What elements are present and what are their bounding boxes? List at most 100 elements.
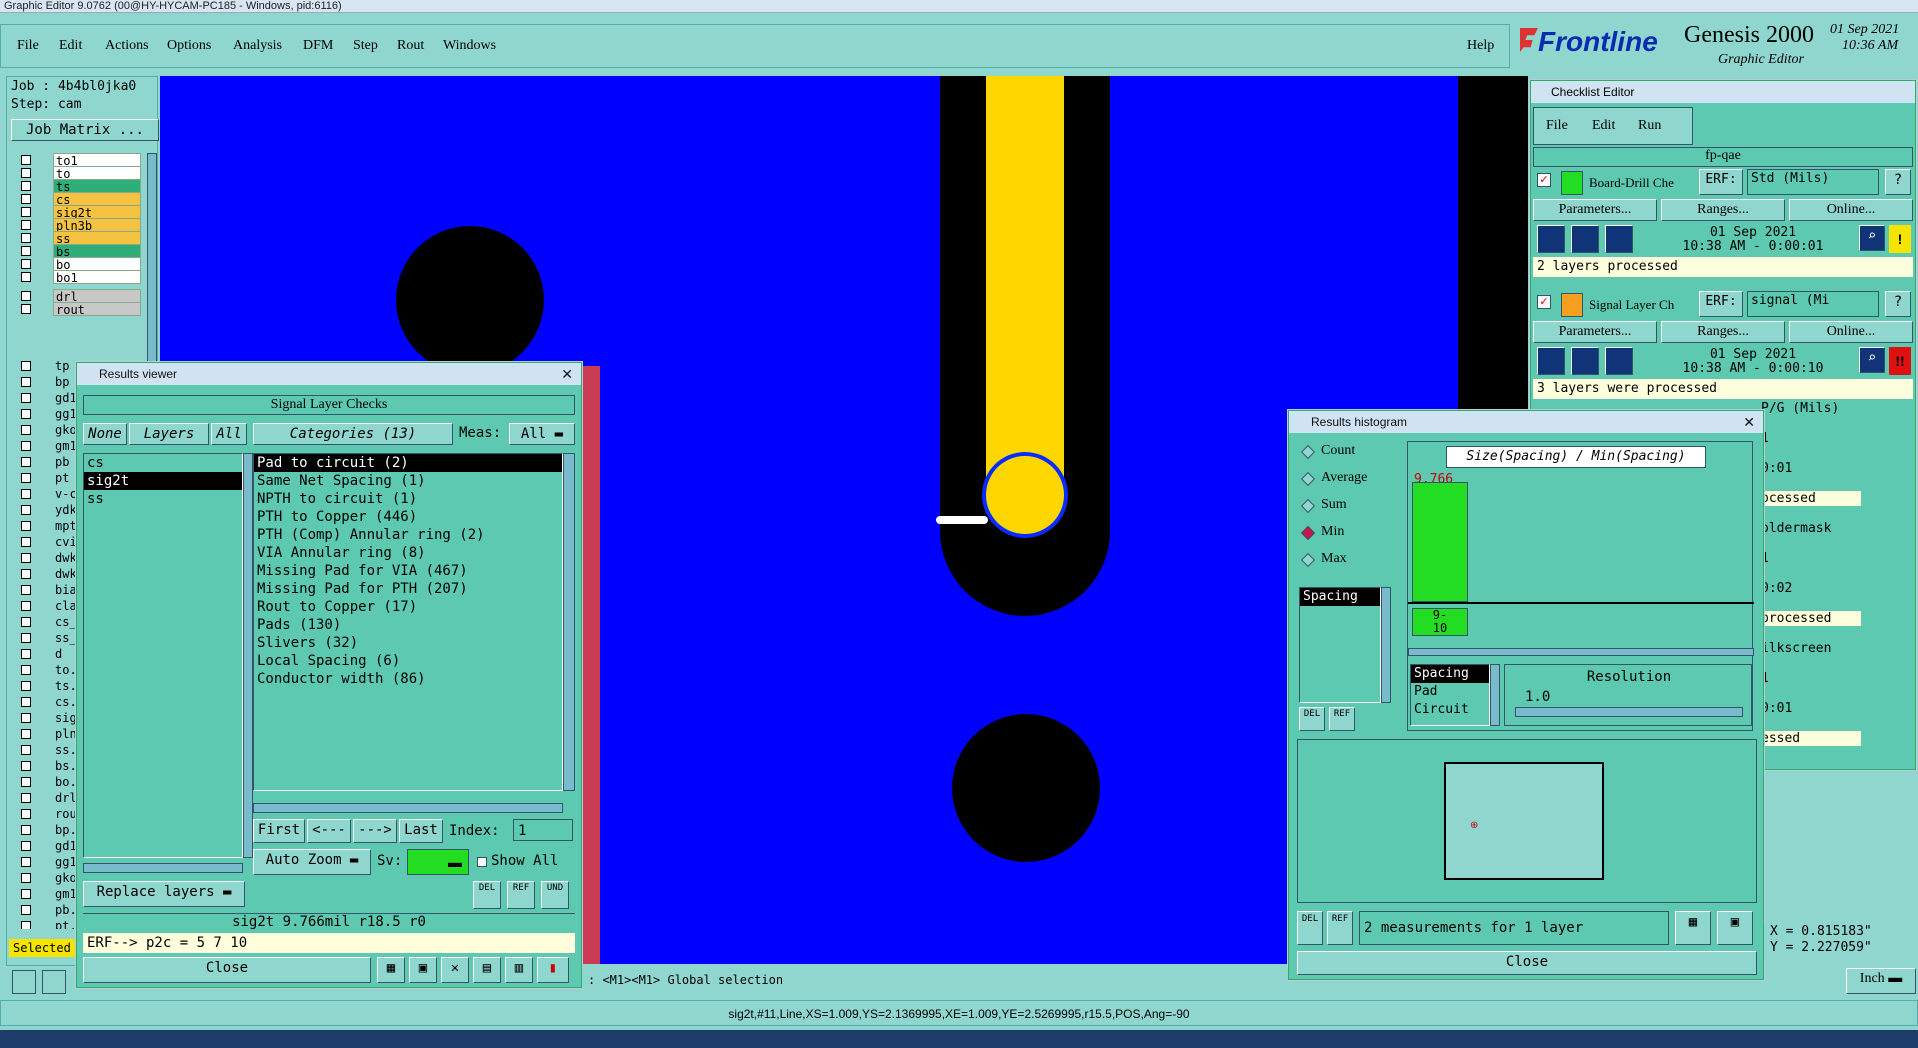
layer-checkbox[interactable] [21, 713, 31, 723]
layer-checkbox[interactable] [21, 793, 31, 803]
all-button[interactable]: All [211, 423, 247, 445]
run-icon[interactable] [1605, 347, 1633, 375]
none-button[interactable]: None [83, 423, 127, 445]
job-matrix-button[interactable]: Job Matrix ... [11, 119, 159, 141]
histogram-layer-item[interactable]: Spacing [1300, 588, 1380, 606]
category-item[interactable]: NPTH to circuit (1) [254, 490, 562, 508]
layer-checkbox[interactable] [21, 553, 31, 563]
layer-checkbox[interactable] [21, 393, 31, 403]
category-list[interactable]: Pad to circuit (2) Same Net Spacing (1) NP… [253, 453, 563, 791]
help-icon[interactable]: ? [1885, 291, 1911, 317]
report-icon-2[interactable]: ▣ [409, 957, 437, 983]
layer-row[interactable]: to1 [13, 153, 141, 167]
hist-report-icon[interactable]: ▦ [1675, 911, 1711, 945]
layer-checkbox[interactable] [21, 361, 31, 371]
layer-checkbox[interactable] [21, 291, 31, 301]
category-item[interactable]: Pad to circuit (2) [254, 454, 562, 472]
layer-checkbox[interactable] [21, 425, 31, 435]
next-button[interactable]: ---> [353, 819, 397, 843]
category-scrollbar[interactable] [563, 453, 575, 791]
layer-checkbox[interactable] [21, 441, 31, 451]
run-icon[interactable] [1537, 225, 1565, 253]
und-button[interactable]: UND [541, 881, 569, 909]
result-layer-item[interactable]: sig2t [84, 472, 242, 490]
histogram-icon[interactable]: ▮ [537, 957, 569, 983]
layer-checkbox[interactable] [21, 181, 31, 191]
type-item[interactable]: Pad [1411, 683, 1489, 701]
ranges-button[interactable]: Ranges... [1661, 321, 1785, 343]
layer-checkbox[interactable] [21, 809, 31, 819]
preview-frame[interactable]: ⊕ [1444, 762, 1604, 880]
menu-edit[interactable]: Edit [59, 38, 82, 54]
run-icon[interactable] [1571, 225, 1599, 253]
erf-value[interactable]: signal (Mi [1747, 291, 1879, 317]
layer-row[interactable]: cs [13, 192, 141, 206]
result-layer-item[interactable]: ss [84, 490, 242, 508]
ranges-button[interactable]: Ranges... [1661, 199, 1785, 221]
hist-close-button[interactable]: Close [1297, 951, 1757, 975]
check-enabled-icon[interactable]: ✓ [1537, 173, 1551, 187]
histogram-layer-scrollbar[interactable] [1381, 587, 1391, 703]
last-button[interactable]: Last [399, 819, 443, 843]
layer-checkbox[interactable] [21, 272, 31, 282]
erf-value[interactable]: Std (Mils) [1747, 169, 1879, 195]
checklist-menu-run[interactable]: Run [1638, 118, 1661, 134]
type-item[interactable]: Spacing [1411, 665, 1489, 683]
menu-help[interactable]: Help [1467, 38, 1494, 54]
category-item[interactable]: Conductor width (86) [254, 670, 562, 688]
first-button[interactable]: First [253, 819, 305, 843]
category-item[interactable]: Missing Pad for VIA (467) [254, 562, 562, 580]
run-icon[interactable] [1605, 225, 1633, 253]
meas-select[interactable]: All ▬ [509, 423, 575, 445]
index-input[interactable]: 1 [513, 819, 573, 841]
layer-checkbox[interactable] [21, 857, 31, 867]
check-name[interactable]: Signal Layer Ch [1589, 297, 1674, 313]
layer-checkbox[interactable] [21, 246, 31, 256]
result-layer-item[interactable]: cs [84, 454, 242, 472]
layer-checkbox[interactable] [21, 233, 31, 243]
layer-checkbox[interactable] [21, 505, 31, 515]
run-icon[interactable] [1571, 347, 1599, 375]
layer-checkbox[interactable] [21, 377, 31, 387]
layer-row[interactable]: bo [13, 257, 141, 271]
radio-icon[interactable] [1300, 525, 1316, 541]
layer-checkbox[interactable] [21, 761, 31, 771]
close-icon[interactable]: ✕ [1743, 411, 1755, 433]
layer-checkbox[interactable] [21, 585, 31, 595]
layer-row[interactable]: sig2t [13, 205, 141, 219]
checklist-menu-edit[interactable]: Edit [1592, 118, 1615, 134]
ref-button[interactable]: REF [507, 881, 535, 909]
close-button[interactable]: Close [83, 957, 371, 983]
layer-list-scrollbar[interactable] [243, 453, 253, 858]
layer-checkbox[interactable] [21, 649, 31, 659]
parameters-button[interactable]: Parameters... [1533, 321, 1657, 343]
hist-graph-icon[interactable]: ▣ [1717, 911, 1753, 945]
tool-icon-2[interactable] [42, 970, 66, 994]
menu-dfm[interactable]: DFM [303, 38, 333, 54]
layer-checkbox[interactable] [21, 194, 31, 204]
tool-icon-1[interactable] [12, 970, 36, 994]
layer-checkbox[interactable] [21, 304, 31, 314]
menu-actions[interactable]: Actions [105, 38, 149, 54]
help-icon[interactable]: ? [1885, 169, 1911, 195]
check-enabled-icon[interactable]: ✓ [1537, 295, 1551, 309]
close-icon[interactable]: ✕ [561, 363, 573, 385]
layer-row[interactable]: bs [13, 244, 141, 258]
layer-row[interactable]: ts [13, 179, 141, 193]
report-icon-4[interactable]: ▤ [473, 957, 501, 983]
layer-row[interactable]: to [13, 166, 141, 180]
erf-button[interactable]: ERF: [1699, 291, 1743, 317]
category-item[interactable]: Pads (130) [254, 616, 562, 634]
category-item[interactable]: Slivers (32) [254, 634, 562, 652]
graph-hscrollbar[interactable] [1408, 648, 1754, 656]
result-layer-list[interactable]: cs sig2t ss [83, 453, 243, 858]
layer-checkbox[interactable] [21, 489, 31, 499]
histogram-bar[interactable] [1412, 482, 1468, 602]
units-select[interactable]: Inch ▬ [1846, 968, 1916, 994]
layer-checkbox[interactable] [21, 697, 31, 707]
menu-analysis[interactable]: Analysis [233, 38, 282, 54]
histogram-option[interactable]: Average [1299, 468, 1399, 492]
layer-checkbox[interactable] [21, 633, 31, 643]
category-item[interactable]: PTH (Comp) Annular ring (2) [254, 526, 562, 544]
layer-checkbox[interactable] [21, 207, 31, 217]
